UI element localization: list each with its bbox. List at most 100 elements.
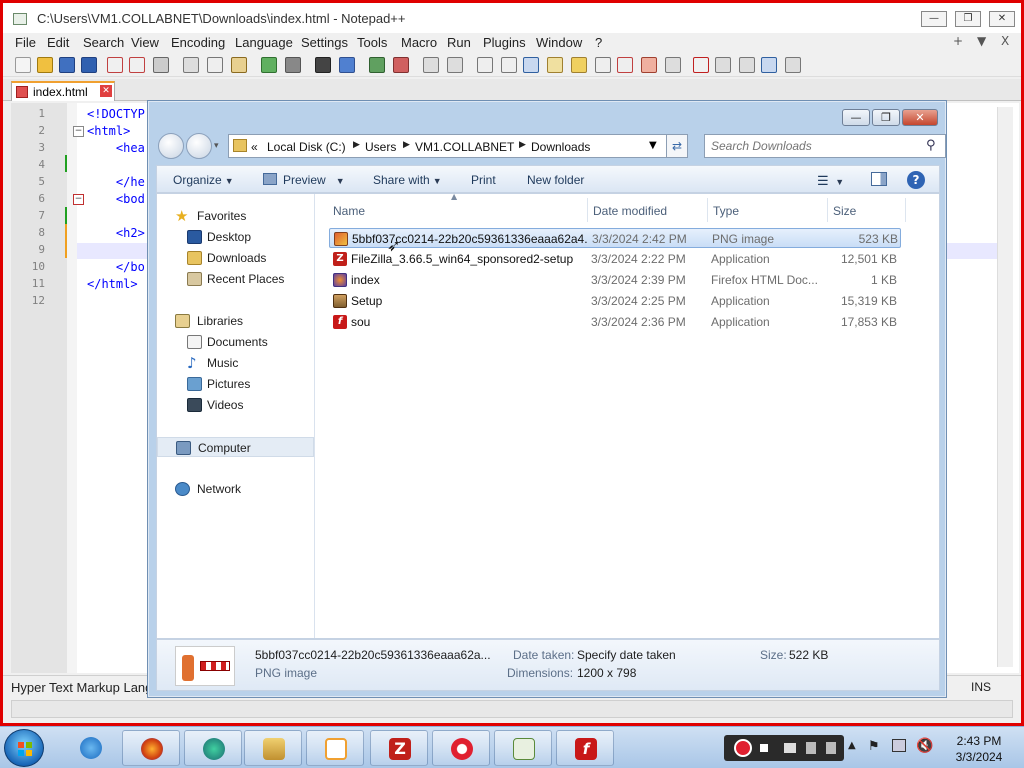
menu-help[interactable]: ? <box>595 35 602 50</box>
network-tray-icon[interactable] <box>892 739 906 752</box>
screen-icon[interactable] <box>826 742 836 754</box>
nav-recent-places[interactable]: Recent Places <box>157 269 314 289</box>
file-row-setup[interactable]: Setup 3/3/2024 2:25 PM Application 15,31… <box>329 291 901 311</box>
fold-toggle-icon[interactable]: − <box>73 194 84 205</box>
tray-overflow-icon[interactable]: ▲ <box>848 740 856 751</box>
column-separator[interactable] <box>905 198 906 222</box>
column-separator[interactable] <box>587 198 588 222</box>
tab-list-icon[interactable]: ▼ <box>977 34 986 48</box>
action-center-flag-icon[interactable]: ⚑ <box>868 739 880 754</box>
tab-index-html[interactable]: index.html ✕ <box>11 81 115 101</box>
taskbar-notepadpp[interactable] <box>494 730 552 766</box>
zoom-out-icon[interactable] <box>393 57 409 73</box>
file-row-index[interactable]: index 3/3/2024 2:39 PM Firefox HTML Doc.… <box>329 270 901 290</box>
menu-window[interactable]: Window <box>536 35 582 50</box>
search-input[interactable] <box>711 138 915 154</box>
print-button[interactable]: Print <box>471 173 496 187</box>
nav-computer[interactable]: Computer <box>157 437 314 457</box>
back-button[interactable] <box>158 133 184 159</box>
stop-macro-icon[interactable] <box>715 57 731 73</box>
forward-button[interactable] <box>186 133 212 159</box>
menu-macro[interactable]: Macro <box>401 35 437 50</box>
camera-icon[interactable] <box>784 743 796 753</box>
new-file-icon[interactable] <box>15 57 31 73</box>
editor-vertical-scrollbar[interactable] <box>997 107 1013 667</box>
column-header-name[interactable]: Name <box>333 204 365 218</box>
run-macro-multiple-icon[interactable] <box>761 57 777 73</box>
help-icon[interactable]: ? <box>907 171 925 189</box>
folder-workspace-icon[interactable] <box>617 57 633 73</box>
address-dropdown-icon[interactable]: ▼ <box>649 140 657 151</box>
save-all-icon[interactable] <box>81 57 97 73</box>
preview-pane-icon[interactable] <box>871 172 887 186</box>
cut-icon[interactable] <box>183 57 199 73</box>
breadcrumb-local-disk[interactable]: Local Disk (C:) <box>267 140 346 154</box>
column-header-type[interactable]: Type <box>713 204 739 218</box>
sync-vertical-icon[interactable] <box>423 57 439 73</box>
column-separator[interactable] <box>707 198 708 222</box>
organize-button[interactable]: Organize ▼ <box>173 173 234 187</box>
minimize-button[interactable]: — <box>921 11 947 27</box>
details-date-taken-value[interactable]: Specify date taken <box>577 648 676 662</box>
nav-network[interactable]: Network <box>157 479 314 499</box>
taskbar-video-app[interactable] <box>306 730 364 766</box>
search-icon[interactable]: ⚲ <box>926 138 936 153</box>
menu-file[interactable]: File <box>15 35 36 50</box>
close-button[interactable]: ✕ <box>989 11 1015 27</box>
nav-desktop[interactable]: Desktop <box>157 227 314 247</box>
find-icon[interactable] <box>315 57 331 73</box>
recent-pages-chevron-icon[interactable]: ▾ <box>214 141 219 151</box>
menu-tools[interactable]: Tools <box>357 35 387 50</box>
editor-horizontal-scrollbar[interactable] <box>11 700 1013 718</box>
menu-view[interactable]: View <box>131 35 159 50</box>
nav-pictures[interactable]: Pictures <box>157 374 314 394</box>
record-icon[interactable] <box>734 739 752 757</box>
maximize-button[interactable]: ❐ <box>955 11 981 27</box>
word-wrap-icon[interactable] <box>477 57 493 73</box>
open-file-icon[interactable] <box>37 57 53 73</box>
nav-libraries[interactable]: Libraries <box>157 311 314 331</box>
breadcrumb-users[interactable]: Users <box>365 140 396 154</box>
address-bar[interactable]: « Local Disk (C:) ▶ Users ▶ VM1.COLLABNE… <box>228 134 688 158</box>
doc-map-icon[interactable] <box>571 57 587 73</box>
breadcrumb-separator-icon[interactable]: ▶ <box>519 140 526 150</box>
breadcrumb-vm1[interactable]: VM1.COLLABNET <box>415 140 514 154</box>
column-header-date[interactable]: Date modified <box>593 204 667 218</box>
taskbar-ie[interactable] <box>62 730 120 766</box>
nav-music[interactable]: ♪ Music <box>157 353 314 373</box>
close-doc-icon[interactable]: X <box>1001 34 1009 48</box>
pen-icon[interactable] <box>806 742 816 754</box>
redo-icon[interactable] <box>285 57 301 73</box>
sync-horizontal-icon[interactable] <box>447 57 463 73</box>
menu-plugins[interactable]: Plugins <box>483 35 526 50</box>
print-icon[interactable] <box>153 57 169 73</box>
dialog-minimize-button[interactable]: — <box>842 109 870 126</box>
taskbar-explorer[interactable] <box>244 730 302 766</box>
share-with-button[interactable]: Share with ▼ <box>373 173 442 187</box>
file-row-sou[interactable]: f sou 3/3/2024 2:36 PM Application 17,85… <box>329 312 901 332</box>
menu-run[interactable]: Run <box>447 35 471 50</box>
search-box[interactable]: ⚲ <box>704 134 946 158</box>
preview-button[interactable]: Preview ▼ <box>283 173 345 187</box>
breadcrumb-separator-icon[interactable]: ▶ <box>353 140 360 150</box>
zoom-in-icon[interactable] <box>369 57 385 73</box>
fold-toggle-icon[interactable]: − <box>73 126 84 137</box>
breadcrumb-overflow[interactable]: « <box>251 140 258 154</box>
nav-videos[interactable]: Videos <box>157 395 314 415</box>
column-header-size[interactable]: Size <box>833 204 856 218</box>
menu-search[interactable]: Search <box>83 35 124 50</box>
copy-icon[interactable] <box>207 57 223 73</box>
taskbar-flash[interactable]: f <box>556 730 614 766</box>
file-row-filezilla[interactable]: Z FileZilla_3.66.5_win64_sponsored2-setu… <box>329 249 901 269</box>
volume-muted-icon[interactable]: 🔇 <box>916 738 933 754</box>
breadcrumb-downloads[interactable]: Downloads <box>531 140 590 154</box>
record-macro-icon[interactable] <box>693 57 709 73</box>
file-row-png[interactable]: 5bbf037cc0214-22b20c59361336eaaa62a4... … <box>329 228 901 248</box>
paste-icon[interactable] <box>231 57 247 73</box>
start-button[interactable] <box>4 729 44 767</box>
menu-encoding[interactable]: Encoding <box>171 35 225 50</box>
view-options-icon[interactable]: ☰ ▼ <box>817 173 844 189</box>
nav-downloads[interactable]: Downloads <box>157 248 314 268</box>
function-list-icon[interactable] <box>595 57 611 73</box>
save-icon[interactable] <box>59 57 75 73</box>
